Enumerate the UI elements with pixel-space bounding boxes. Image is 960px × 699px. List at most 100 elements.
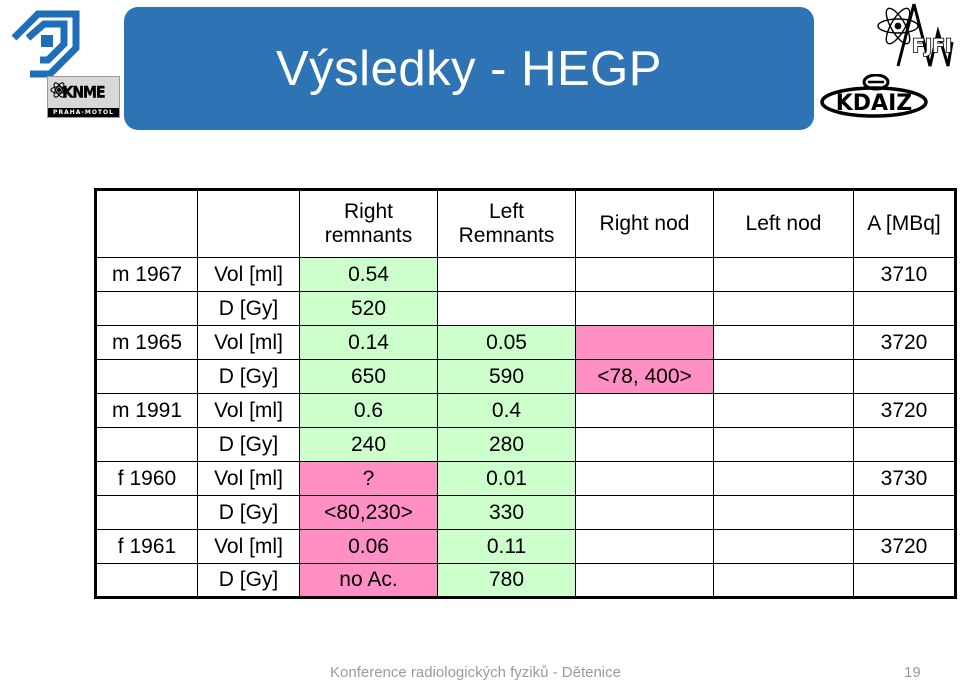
cell-patient	[95, 495, 198, 530]
cell-activity	[853, 291, 956, 326]
cell-left-remnants: 590	[437, 359, 576, 394]
motol-diamond-svg	[11, 10, 80, 78]
knme-logo: KNME PRAHA-MOTOL	[47, 76, 120, 118]
cell-activity	[853, 427, 956, 462]
fjfi-logo-svg: FJFI	[877, 3, 954, 67]
header-right-remnants-line2: remnants	[324, 224, 413, 247]
cell-metric: D [Gy]	[197, 495, 300, 530]
cell-left-remnants	[437, 291, 576, 326]
cell-left-nod	[713, 495, 854, 530]
table-body: m 1967 Vol [ml] 0.54 3710 D [Gy] 520 m 1965 Vol…	[95, 257, 956, 598]
cell-activity: 3720	[853, 393, 956, 428]
slide-title-banner: Výsledky - HEGP	[124, 7, 814, 130]
motol-diamond-logo-icon	[8, 8, 82, 80]
header-right-remnants-line1: Right	[343, 200, 394, 224]
cell-metric: Vol [ml]	[197, 461, 300, 496]
cell-right-remnants: 650	[299, 359, 438, 394]
header-left-nod: Left nod	[713, 189, 854, 258]
cell-activity: 3710	[853, 257, 956, 292]
cell-patient	[95, 563, 198, 598]
cell-patient: m 1965	[95, 325, 198, 360]
cell-activity: 3720	[853, 529, 956, 564]
kdaiz-logo-word: KDAIZ	[836, 91, 912, 116]
cell-left-remnants: 330	[437, 495, 576, 530]
cell-right-remnants: 0.06	[299, 529, 438, 564]
cell-right-remnants: <80,230>	[299, 495, 438, 530]
cell-right-nod	[575, 529, 714, 564]
cell-left-nod	[713, 257, 854, 292]
cell-right-remnants: 0.6	[299, 393, 438, 428]
fjfi-logo-word: FJFI	[912, 35, 952, 57]
cell-metric: Vol [ml]	[197, 393, 300, 428]
cell-right-nod	[575, 325, 714, 360]
fjfi-logo: FJFI	[868, 2, 954, 68]
cell-metric: Vol [ml]	[197, 529, 300, 564]
cell-activity	[853, 563, 956, 598]
cell-metric: Vol [ml]	[197, 325, 300, 360]
cell-metric: D [Gy]	[197, 427, 300, 462]
cell-left-nod	[713, 427, 854, 462]
slide-title: Výsledky - HEGP	[276, 41, 662, 96]
cell-activity: 3720	[853, 325, 956, 360]
header-blank-patient	[95, 189, 198, 258]
header-activity: A [MBq]	[853, 189, 956, 258]
table-row: D [Gy] 520	[95, 291, 956, 326]
kdaiz-logo-svg: KDAIZ	[820, 73, 928, 118]
table-row: D [Gy] 650 590 <78, 400>	[95, 359, 956, 394]
cell-metric: D [Gy]	[197, 563, 300, 598]
cell-patient: m 1967	[95, 257, 198, 292]
cell-left-nod	[713, 563, 854, 598]
cell-right-nod	[575, 563, 714, 598]
cell-right-nod	[575, 393, 714, 428]
cell-left-nod	[713, 393, 854, 428]
header-blank-metric	[197, 189, 300, 258]
knme-logo-word: KNME	[62, 83, 105, 102]
cell-left-remnants: 280	[437, 427, 576, 462]
header-left-remnants-line2: Remnants	[458, 224, 555, 247]
cell-right-remnants: no Ac.	[299, 563, 438, 598]
cell-metric: D [Gy]	[197, 359, 300, 394]
cell-patient: m 1991	[95, 393, 198, 428]
cell-patient: f 1960	[95, 461, 198, 496]
cell-right-nod	[575, 257, 714, 292]
table-row: f 1960 Vol [ml]? 0.01 3730	[95, 461, 956, 496]
cell-left-remnants	[437, 257, 576, 292]
results-table: Right remnants Left Remnants Right nod L…	[94, 188, 957, 599]
table-row: m 1967 Vol [ml] 0.54 3710	[95, 257, 956, 292]
slide-header: KNME PRAHA-MOTOL Výsledky - HEGP FJFI KD…	[0, 0, 960, 140]
cell-right-nod	[575, 461, 714, 496]
table-row: D [Gy] <80,230> 330	[95, 495, 956, 530]
cell-left-nod	[713, 325, 854, 360]
cell-left-nod	[713, 359, 854, 394]
cell-patient	[95, 291, 198, 326]
cell-patient	[95, 427, 198, 462]
cell-left-remnants: 0.05	[437, 325, 576, 360]
table-row: D [Gy] 240 280	[95, 427, 956, 462]
table-row: m 1991 Vol [ml] 0.6 0.4 3720	[95, 393, 956, 428]
cell-right-remnants: 240	[299, 427, 438, 462]
cell-right-nod	[575, 427, 714, 462]
table-row: D [Gy] no Ac. 780	[95, 563, 956, 598]
header-right-nod: Right nod	[575, 189, 714, 258]
footer-conference-label: Konference radiologických fyziků - Děten…	[330, 664, 621, 681]
cell-right-remnants: 520	[299, 291, 438, 326]
table-row: f 1961 Vol [ml] 0.06 0.11 3720	[95, 529, 956, 564]
cell-left-remnants: 780	[437, 563, 576, 598]
cell-metric: Vol [ml]	[197, 257, 300, 292]
cell-patient	[95, 359, 198, 394]
cell-patient: f 1961	[95, 529, 198, 564]
cell-right-nod	[575, 495, 714, 530]
header-left-remnants: Left Remnants	[437, 189, 576, 258]
cell-left-remnants: 0.01	[437, 461, 576, 496]
knme-logo-top: KNME	[48, 77, 119, 108]
cell-right-nod	[575, 291, 714, 326]
kdaiz-logo: KDAIZ	[820, 73, 928, 118]
cell-metric: D [Gy]	[197, 291, 300, 326]
cell-right-nod: <78, 400>	[575, 359, 714, 394]
cell-left-remnants: 0.4	[437, 393, 576, 428]
cell-left-remnants: 0.11	[437, 529, 576, 564]
cell-right-remnants: 0.14	[299, 325, 438, 360]
cell-right-remnants: 0.54	[299, 257, 438, 292]
cell-left-nod	[713, 529, 854, 564]
slide-footer: Konference radiologických fyziků - Děten…	[0, 664, 960, 694]
